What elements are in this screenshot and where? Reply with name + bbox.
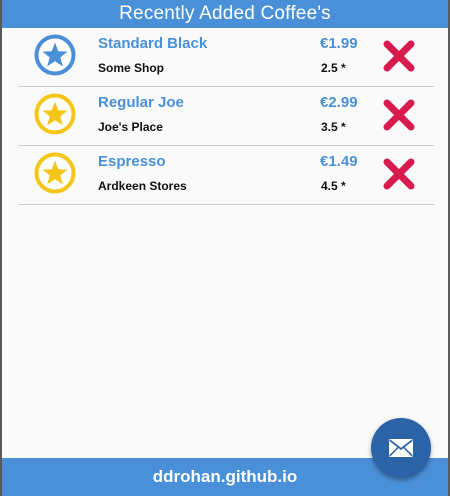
star-circle-icon xyxy=(34,34,76,76)
close-x-icon xyxy=(383,158,415,190)
coffee-rating: 2.5 * xyxy=(321,61,346,75)
star-circle-icon xyxy=(34,152,76,194)
delete-button[interactable] xyxy=(382,39,416,73)
coffee-shop: Joe's Place xyxy=(98,120,163,134)
list-item[interactable]: Regular Joe Joe's Place €2.99 3.5 * xyxy=(18,87,434,146)
list-item[interactable]: Standard Black Some Shop €1.99 2.5 * xyxy=(18,28,434,87)
coffee-list: Standard Black Some Shop €1.99 2.5 * Reg… xyxy=(18,28,434,205)
page-title: Recently Added Coffee's xyxy=(2,0,448,28)
mail-button[interactable] xyxy=(371,418,431,478)
coffee-shop: Some Shop xyxy=(98,61,165,75)
coffee-rating: 4.5 * xyxy=(321,179,346,193)
coffee-rating: 3.5 * xyxy=(321,120,346,134)
close-x-icon xyxy=(383,99,415,131)
mail-icon xyxy=(389,439,413,457)
coffee-name: Espresso xyxy=(98,153,166,170)
delete-button[interactable] xyxy=(382,157,416,191)
delete-button[interactable] xyxy=(382,98,416,132)
star-circle-icon xyxy=(34,93,76,135)
app-frame: Recently Added Coffee's Standard Black S… xyxy=(0,0,450,496)
coffee-price: €1.49 xyxy=(320,153,358,170)
close-x-icon xyxy=(383,40,415,72)
coffee-shop: Ardkeen Stores xyxy=(98,179,187,193)
coffee-price: €1.99 xyxy=(320,35,358,52)
coffee-name: Standard Black xyxy=(98,35,208,52)
list-item[interactable]: Espresso Ardkeen Stores €1.49 4.5 * xyxy=(18,146,434,205)
coffee-price: €2.99 xyxy=(320,94,358,111)
coffee-name: Regular Joe xyxy=(98,94,184,111)
